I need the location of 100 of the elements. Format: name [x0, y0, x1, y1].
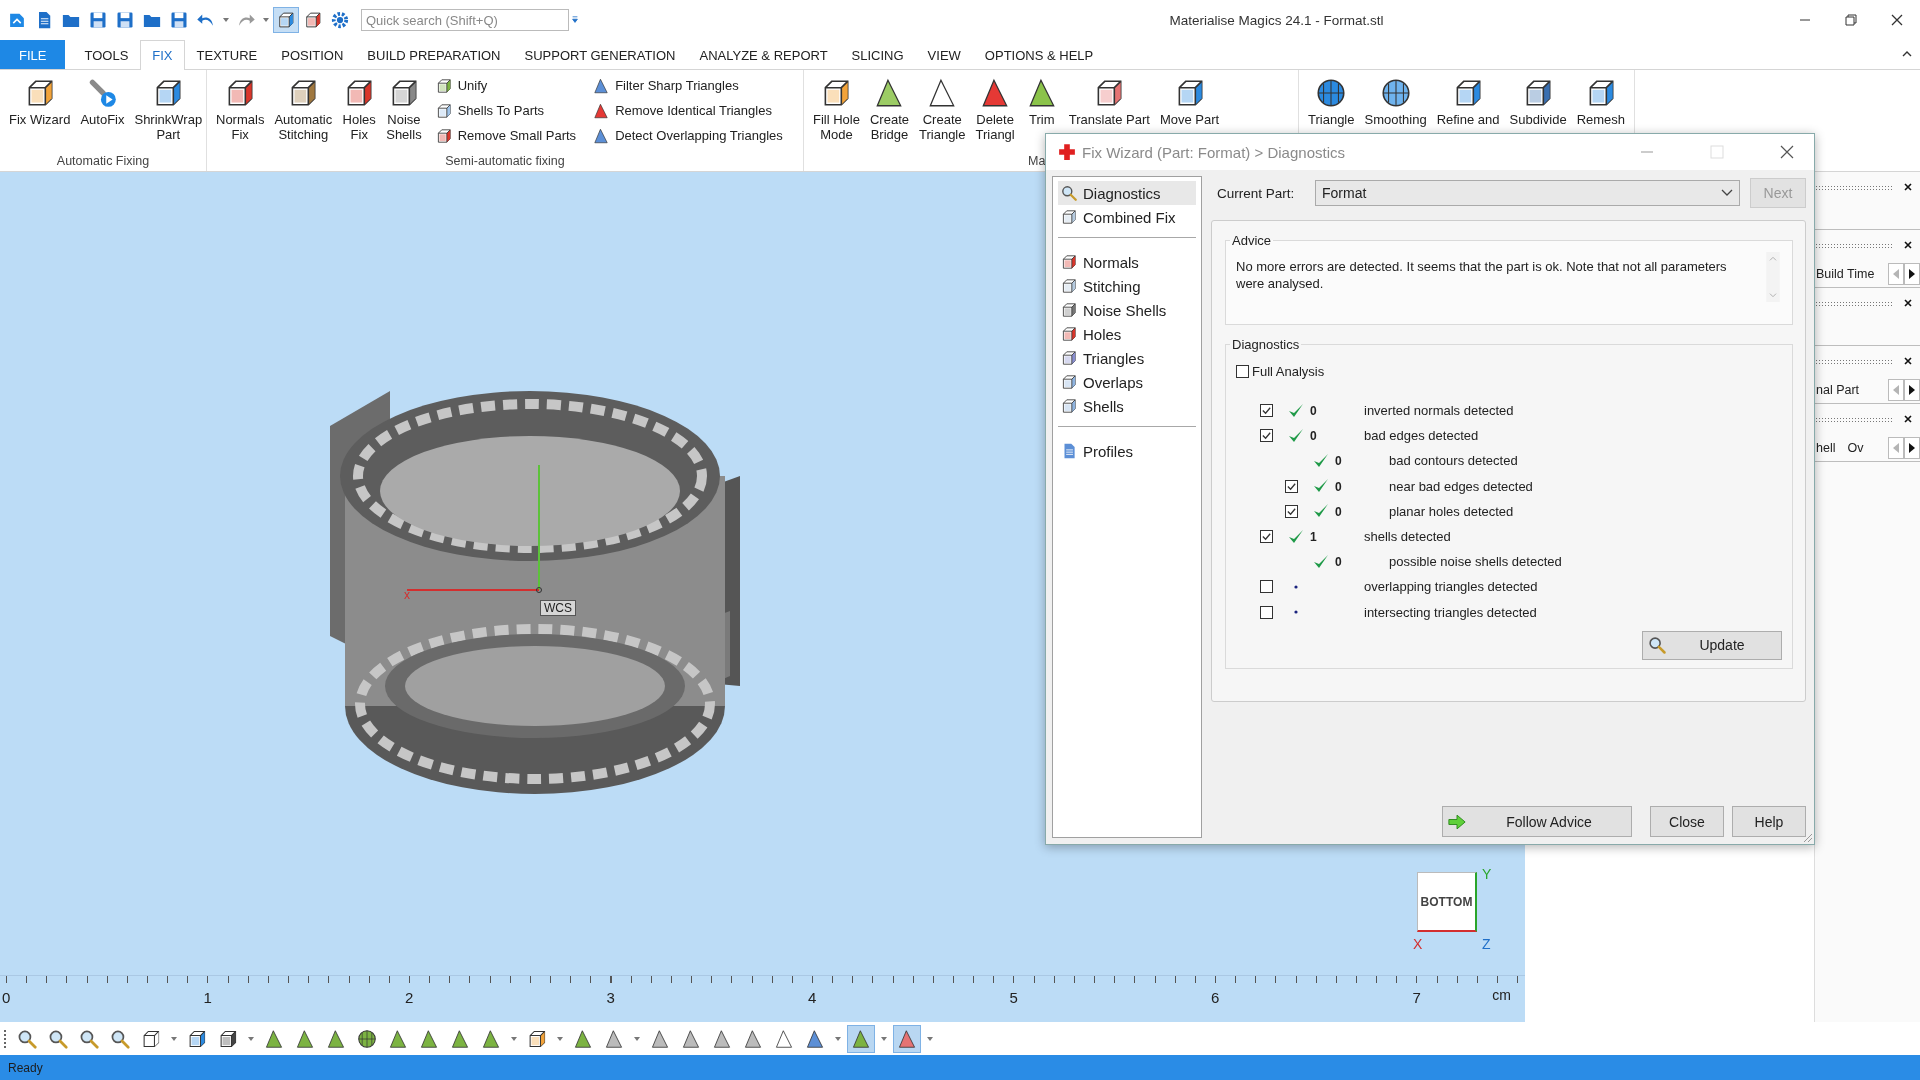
ribbon-button[interactable]: Remove Small Parts	[434, 124, 577, 147]
nav-item[interactable]: Shells	[1058, 394, 1196, 418]
restore-icon	[1845, 14, 1857, 26]
part-dropdown[interactable]: Format	[1315, 180, 1740, 206]
ribbon-button[interactable]: Delete Triangl	[970, 74, 1020, 144]
ribbon-tab[interactable]: BUILD PREPARATION	[355, 40, 513, 69]
ribbon-button[interactable]: Noise Shells	[381, 74, 427, 144]
close-icon[interactable]	[1904, 299, 1912, 307]
caret-icon[interactable]	[926, 1034, 934, 1043]
ribbon-button[interactable]: Automatic Stitching	[269, 74, 338, 144]
ribbon-button[interactable]: Fill Hole Mode	[808, 74, 865, 144]
search-field[interactable]: Quick search (Shift+Q)	[361, 9, 569, 31]
checkbox[interactable]	[1236, 364, 1249, 378]
ribbon-button[interactable]: Detect Overlapping Triangles	[592, 124, 783, 147]
caret-icon[interactable]	[262, 16, 270, 24]
caret-icon[interactable]	[510, 1034, 518, 1043]
ribbon-tab[interactable]: SUPPORT GENERATION	[512, 40, 688, 69]
ribbon-tab[interactable]: VIEW	[915, 40, 973, 69]
ribbon-button[interactable]: Remesh	[1571, 74, 1631, 129]
ribbon-button[interactable]: Unify	[434, 74, 577, 97]
sphere-icon	[356, 1027, 378, 1050]
resize-grip[interactable]	[1801, 831, 1813, 843]
nav-item[interactable]: Normals	[1058, 250, 1196, 274]
ribbon-tab[interactable]: FILE	[0, 40, 66, 69]
caret-icon[interactable]	[247, 1034, 255, 1043]
ribbon-button[interactable]: Smoothing	[1359, 74, 1432, 129]
ribbon-button[interactable]: ShrinkWrap Part	[129, 74, 208, 144]
ribbon-button[interactable]: Trim	[1019, 74, 1064, 129]
checkbox[interactable]	[1260, 429, 1273, 443]
checkbox[interactable]	[1260, 605, 1273, 619]
ribbon-tab[interactable]: OPTIONS & HELP	[972, 40, 1106, 69]
ribbon-tab[interactable]: ANALYZE & REPORT	[687, 40, 840, 69]
ruler-label: 4	[808, 989, 818, 1006]
ribbon-button[interactable]: Subdivide	[1504, 74, 1572, 129]
ribbon-button[interactable]: Create Bridge	[864, 74, 914, 144]
scroll-right-button[interactable]	[1904, 262, 1920, 285]
nav-item[interactable]: Stitching	[1058, 274, 1196, 298]
checkbox[interactable]	[1285, 479, 1298, 493]
nav-item[interactable]: Diagnostics	[1058, 181, 1196, 205]
ribbon-button[interactable]: Remove Identical Triangles	[592, 99, 783, 122]
group-label: Advice	[1231, 233, 1273, 248]
nav-item[interactable]: Overlaps	[1058, 370, 1196, 394]
triangle-icon	[773, 1027, 795, 1050]
caret-icon[interactable]	[880, 1034, 888, 1043]
nav-item[interactable]: Holes	[1058, 322, 1196, 346]
grip-handle[interactable]	[4, 1028, 6, 1049]
nav-item[interactable]: Triangles	[1058, 346, 1196, 370]
ribbon-button[interactable]: AutoFix	[75, 74, 130, 129]
ribbon-tab[interactable]: TOOLS	[72, 40, 141, 69]
dialog-button[interactable]: Close	[1650, 806, 1724, 837]
ribbon-button[interactable]: Shells To Parts	[434, 99, 577, 122]
triangle-icon	[592, 126, 611, 145]
caret-icon[interactable]	[170, 1034, 178, 1043]
dialog-button[interactable]: Help	[1732, 806, 1806, 837]
ribbon-tab[interactable]: SLICING	[839, 40, 916, 69]
caret-icon[interactable]	[633, 1034, 641, 1043]
caret-icon[interactable]	[571, 16, 579, 24]
collapse-icon[interactable]	[1902, 50, 1912, 58]
close-icon[interactable]	[1904, 415, 1912, 423]
cube-icon	[1060, 208, 1078, 226]
ribbon-tab[interactable]: TEXTURE	[184, 40, 270, 69]
follow-advice-button[interactable]: Follow Advice	[1442, 806, 1632, 837]
caret-icon[interactable]	[834, 1034, 842, 1043]
toolbar-button[interactable]	[893, 1024, 921, 1053]
ribbon-tab[interactable]: POSITION	[269, 40, 356, 69]
checkbox[interactable]	[1260, 530, 1273, 544]
close-icon[interactable]	[1904, 357, 1912, 365]
ruler-unit: cm	[1492, 987, 1511, 1003]
checkbox[interactable]	[1260, 580, 1273, 594]
cube-icon	[1060, 253, 1078, 271]
nav-item[interactable]: Profiles	[1058, 439, 1196, 463]
nav-item[interactable]: Combined Fix	[1058, 205, 1196, 229]
caret-icon[interactable]	[556, 1034, 564, 1043]
ribbon-button[interactable]: Triangle	[1303, 74, 1360, 129]
close-icon[interactable]	[1904, 183, 1912, 191]
diagnostic-label: inverted normals detected	[1364, 403, 1514, 419]
scroll-right-button[interactable]	[1904, 378, 1920, 401]
ribbon-button[interactable]: Normals Fix	[211, 74, 270, 144]
caret-icon[interactable]	[222, 16, 230, 24]
ribbon-button[interactable]: Filter Sharp Triangles	[592, 74, 783, 97]
cube-icon	[276, 10, 296, 30]
ribbon-button[interactable]: Create Triangle	[914, 74, 971, 144]
view-cube[interactable]: BOTTOM	[1417, 872, 1477, 932]
ribbon-button[interactable]: Translate Part	[1063, 74, 1155, 129]
advice-text: No more errors are detected. It seems that the part is ok. Note that not all parameters were analysed.	[1236, 258, 1728, 293]
close-icon[interactable]	[1904, 241, 1912, 249]
ribbon-button[interactable]: Refine and	[1431, 74, 1505, 129]
checkbox[interactable]	[1260, 404, 1273, 418]
update-button[interactable]: Update	[1642, 630, 1782, 660]
toolbar-button[interactable]	[273, 7, 299, 33]
toolbar-button[interactable]	[847, 1024, 875, 1053]
ribbon-tab[interactable]: FIX	[140, 40, 185, 70]
ribbon-button[interactable]: Fix Wizard	[4, 74, 76, 129]
ribbon-button[interactable]: Holes Fix	[337, 74, 382, 144]
scroll-right-button[interactable]	[1904, 436, 1920, 459]
nav-item[interactable]: Noise Shells	[1058, 298, 1196, 322]
close-icon	[1780, 145, 1794, 159]
ribbon-button[interactable]: Move Part	[1154, 74, 1225, 129]
checkbox[interactable]	[1285, 504, 1298, 518]
scrollbar[interactable]	[1764, 252, 1782, 302]
